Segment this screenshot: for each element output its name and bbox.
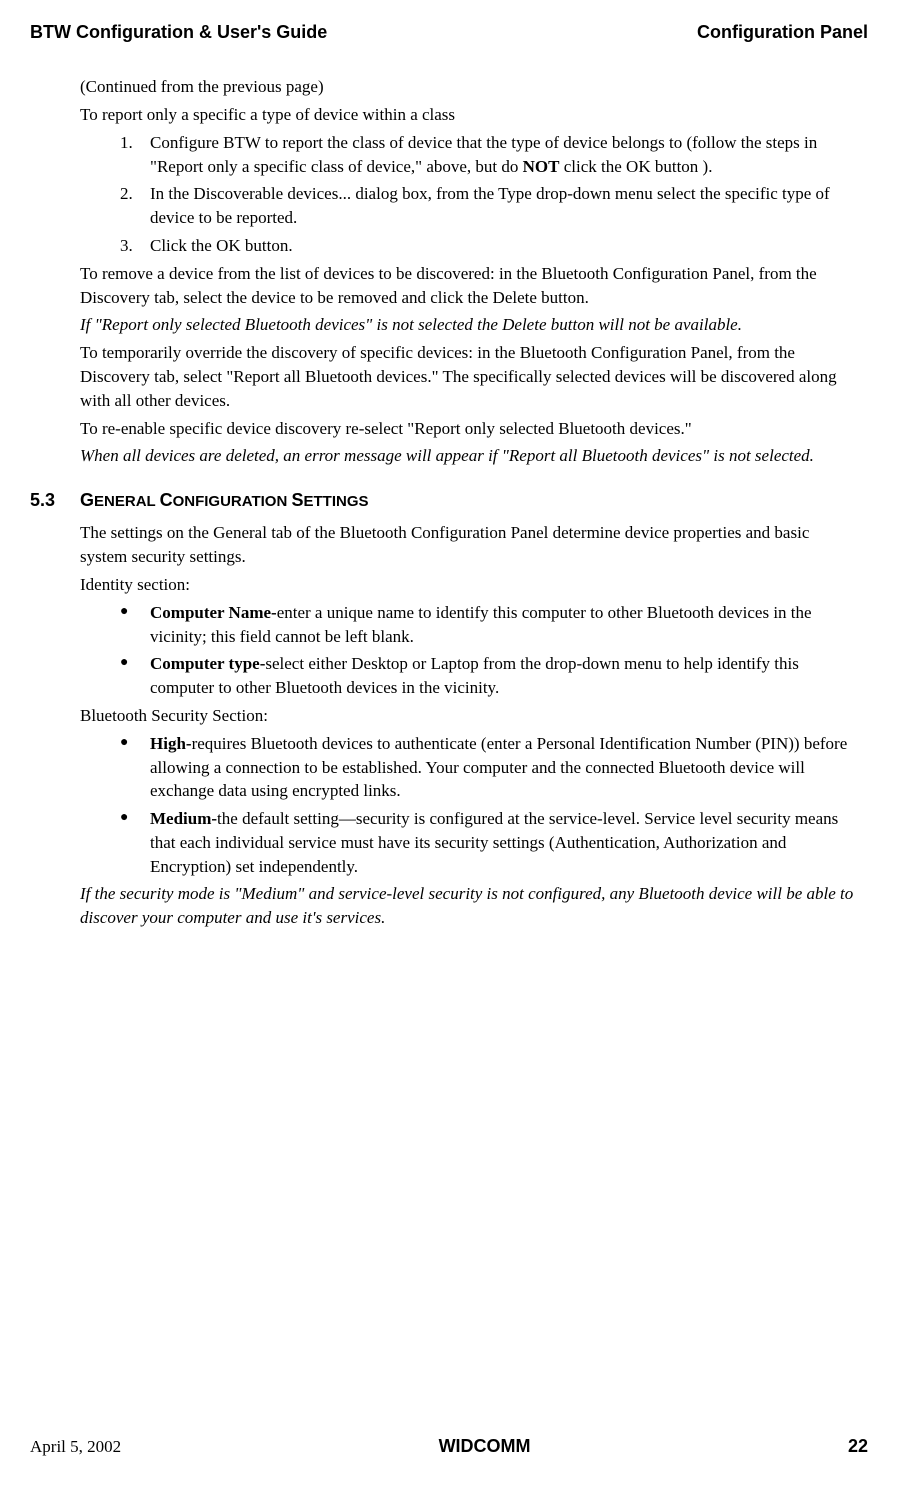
header-right: Configuration Panel [697,20,868,45]
step-3: 3. Click the OK button. [120,234,858,258]
step-2: 2. In the Discoverable devices... dialog… [120,182,858,230]
step-1: 1. Configure BTW to report the class of … [120,131,858,179]
numbered-steps: 1. Configure BTW to report the class of … [80,131,858,258]
section-heading: 5.3 GENERAL CONFIGURATION SETTINGS [80,488,858,513]
step-num: 1. [120,131,150,179]
continued-note: (Continued from the previous page) [80,75,858,99]
bullet-icon: ● [120,652,150,700]
bullet-icon: ● [120,732,150,803]
section-number: 5.3 [30,488,80,513]
remove-device-para: To remove a device from the list of devi… [80,262,858,310]
step-text: Configure BTW to report the class of dev… [150,131,858,179]
footer-page-number: 22 [848,1434,868,1459]
identity-label: Identity section: [80,573,858,597]
identity-list: ● Computer Name-enter a unique name to i… [80,601,858,700]
page-content: (Continued from the previous page) To re… [30,75,868,930]
list-item: ● Computer type-select either Desktop or… [120,652,858,700]
security-label: Bluetooth Security Section: [80,704,858,728]
reenable-para: To re-enable specific device discovery r… [80,417,858,441]
item-text: Medium-the default setting—security is c… [150,807,858,878]
security-list: ● High-requires Bluetooth devices to aut… [80,732,858,879]
page-footer: April 5, 2002 WIDCOMM 22 [30,1434,868,1459]
header-left: BTW Configuration & User's Guide [30,20,327,45]
item-text: Computer type-select either Desktop or L… [150,652,858,700]
footer-company: WIDCOMM [439,1434,531,1459]
page-header: BTW Configuration & User's Guide Configu… [30,20,868,45]
security-italic-note: If the security mode is "Medium" and ser… [80,882,858,930]
report-intro: To report only a specific a type of devi… [80,103,858,127]
report-italic-note: If "Report only selected Bluetooth devic… [80,313,858,337]
bullet-icon: ● [120,807,150,878]
step-text: In the Discoverable devices... dialog bo… [150,182,858,230]
list-item: ● Medium-the default setting—security is… [120,807,858,878]
footer-date: April 5, 2002 [30,1435,121,1459]
step-text: Click the OK button. [150,234,858,258]
list-item: ● Computer Name-enter a unique name to i… [120,601,858,649]
step-num: 3. [120,234,150,258]
bullet-icon: ● [120,601,150,649]
list-item: ● High-requires Bluetooth devices to aut… [120,732,858,803]
deleted-italic-note: When all devices are deleted, an error m… [80,444,858,468]
settings-para: The settings on the General tab of the B… [80,521,858,569]
item-text: Computer Name-enter a unique name to ide… [150,601,858,649]
item-text: High-requires Bluetooth devices to authe… [150,732,858,803]
step-num: 2. [120,182,150,230]
override-para: To temporarily override the discovery of… [80,341,858,412]
section-title: GENERAL CONFIGURATION SETTINGS [80,488,369,513]
